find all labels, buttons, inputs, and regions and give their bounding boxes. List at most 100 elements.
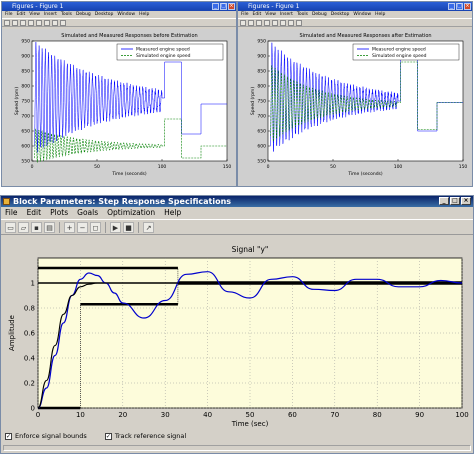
figure-title: Figures - Figure 1 (248, 3, 300, 10)
figure-titlebar[interactable]: Figures - Figure 1 _ □ × (2, 2, 236, 11)
close-icon[interactable]: × (464, 3, 471, 10)
print-icon[interactable] (28, 20, 34, 26)
x-tick-label: 40 (203, 411, 212, 419)
legend-label-measured: Measured engine speed (136, 47, 190, 53)
fit-icon[interactable]: ◻ (90, 222, 101, 233)
menu-item-tools[interactable]: Tools (297, 11, 308, 18)
menu-item-view[interactable]: View (29, 11, 40, 18)
figure-window-1[interactable]: Figures - Figure 1 _ □ × File Edit View Ins… (1, 1, 237, 187)
pan-icon[interactable] (52, 20, 58, 26)
save-icon[interactable] (20, 20, 26, 26)
x-tick-label: 10 (76, 411, 85, 419)
x-tick-label: 0 (31, 164, 34, 170)
menu-item-desktop[interactable]: Desktop (95, 11, 114, 18)
checkbox-checked-icon[interactable]: ✓ (5, 432, 12, 440)
minimize-icon[interactable]: _ (448, 3, 455, 10)
y-tick-label: 700 (257, 114, 266, 120)
open-icon[interactable] (12, 20, 18, 26)
menu-item-desktop[interactable]: Desktop (331, 11, 350, 18)
pan-icon[interactable] (288, 20, 294, 26)
x-tick-label: 150 (223, 164, 232, 170)
menu-item-plots[interactable]: Plots (50, 207, 68, 219)
new-icon[interactable] (4, 20, 10, 26)
x-tick-label: 150 (459, 164, 468, 170)
block-parameters-window[interactable]: Block Parameters: Step Response Specific… (0, 195, 474, 454)
y-tick-label: 550 (257, 159, 266, 165)
plot-icon[interactable]: ↗ (143, 222, 154, 233)
save-icon[interactable]: ▪ (31, 222, 42, 233)
figure-plot-svg: Simulated and Measured Responses before … (14, 33, 232, 177)
menu-item-file[interactable]: File (5, 207, 18, 219)
menu-item-optimization[interactable]: Optimization (107, 207, 155, 219)
play-icon[interactable]: ▶ (110, 222, 121, 233)
menu-item-insert[interactable]: Insert (44, 11, 57, 18)
zoom-out-icon[interactable] (280, 20, 286, 26)
menu-item-window[interactable]: Window (353, 11, 371, 18)
maximize-icon[interactable]: □ (220, 3, 227, 10)
zoom-out-icon[interactable] (44, 20, 50, 26)
maximize-icon[interactable]: □ (456, 3, 463, 10)
figure-toolbar (238, 18, 472, 27)
menu-item-edit[interactable]: Edit (17, 11, 26, 18)
menu-item-edit[interactable]: Edit (253, 11, 262, 18)
y-tick-label: 0.6 (24, 330, 36, 338)
open-icon[interactable]: ▱ (18, 222, 29, 233)
menu-item-window[interactable]: Window (117, 11, 135, 18)
x-tick-label: 50 (94, 164, 100, 170)
print-icon[interactable] (264, 20, 270, 26)
checkbox-checked-icon[interactable]: ✓ (104, 432, 112, 440)
block-parameters-toolbar: ▭ ▱ ▪ ▤ + − ◻ ▶ ■ ↗ (1, 219, 473, 235)
menu-item-insert[interactable]: Insert (280, 11, 293, 18)
toolbar-separator (105, 222, 106, 233)
menu-item-debug[interactable]: Debug (312, 11, 327, 18)
track-reference-signal-checkbox[interactable]: ✓ Track reference signal (104, 432, 186, 440)
save-icon[interactable] (256, 20, 262, 26)
y-tick-label: 750 (21, 99, 30, 105)
signal-plot-svg: Signal "y" 0 10 20 30 40 50 60 70 80 90 100 0 0.2 0.4 0… (8, 245, 469, 428)
y-tick-label: 600 (257, 144, 266, 150)
enforce-signal-bounds-checkbox[interactable]: ✓ Enforce signal bounds (5, 432, 87, 440)
minimize-icon[interactable]: _ (439, 197, 449, 205)
zoom-in-icon[interactable] (36, 20, 42, 26)
maximize-icon[interactable]: □ (450, 197, 460, 205)
signal-plot-area: Signal "y" 0 10 20 30 40 50 60 70 80 90 100 0 0.2 0.4 0… (1, 236, 473, 428)
x-tick-label: 90 (415, 411, 424, 419)
new-icon[interactable] (240, 20, 246, 26)
figure-titlebar[interactable]: Figures - Figure 1 _ □ × (238, 2, 472, 11)
menu-item-file[interactable]: File (241, 11, 249, 18)
zoom-in-icon[interactable] (272, 20, 278, 26)
new-icon[interactable]: ▭ (5, 222, 16, 233)
x-tick-label: 50 (330, 164, 336, 170)
menu-item-goals[interactable]: Goals (77, 207, 98, 219)
menu-item-view[interactable]: View (265, 11, 276, 18)
stop-icon[interactable]: ■ (123, 222, 134, 233)
x-tick-label: 0 (267, 164, 270, 170)
minimize-icon[interactable]: _ (212, 3, 219, 10)
menu-item-help[interactable]: Help (164, 207, 181, 219)
close-icon[interactable]: × (461, 197, 471, 205)
menu-item-debug[interactable]: Debug (76, 11, 91, 18)
y-tick-label: 0 (31, 405, 35, 413)
status-bar (3, 445, 471, 451)
close-icon[interactable]: × (228, 3, 235, 10)
print-icon[interactable]: ▤ (44, 222, 55, 233)
menu-item-help[interactable]: Help (139, 11, 149, 18)
menu-item-file[interactable]: File (5, 11, 13, 18)
y-tick-label: 700 (21, 114, 30, 120)
menu-item-help[interactable]: Help (375, 11, 385, 18)
menu-item-tools[interactable]: Tools (61, 11, 72, 18)
block-parameters-titlebar[interactable]: Block Parameters: Step Response Specific… (1, 196, 473, 207)
figure-menubar: File Edit View Insert Tools Debug Desktop Windo… (238, 11, 472, 18)
figure-window-2[interactable]: Figures - Figure 1 _ □ × File Edit View Ins… (237, 1, 473, 187)
menu-item-edit[interactable]: Edit (27, 207, 42, 219)
window-title: Block Parameters: Step Response Specific… (13, 197, 232, 206)
rotate-icon[interactable] (60, 20, 66, 26)
open-icon[interactable] (248, 20, 254, 26)
y-tick-label: 950 (257, 39, 266, 45)
zoom-in-icon[interactable]: + (64, 222, 75, 233)
x-axis-label: Time (sec) (231, 420, 269, 428)
toolbar-separator (59, 222, 60, 233)
y-tick-label: 0.8 (24, 305, 35, 313)
rotate-icon[interactable] (296, 20, 302, 26)
zoom-out-icon[interactable]: − (77, 222, 88, 233)
